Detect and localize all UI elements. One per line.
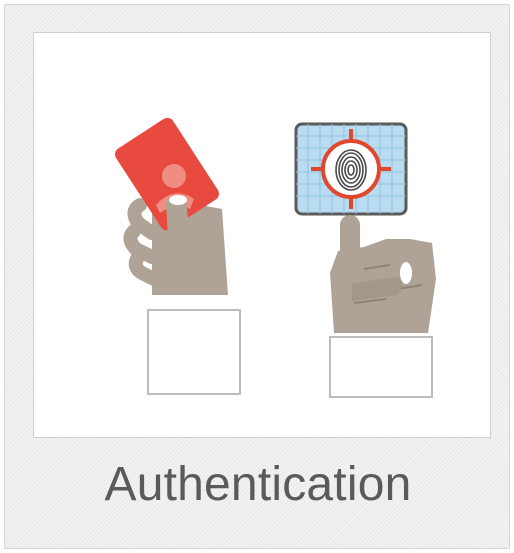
fingerprint-scanner-icon bbox=[294, 122, 408, 216]
left-shirt-cuff bbox=[147, 309, 241, 395]
authentication-illustration bbox=[115, 117, 436, 398]
hand-pointing-finger-icon bbox=[329, 215, 436, 398]
left-hand-fingers bbox=[123, 198, 161, 286]
tile-caption: Authentication bbox=[104, 458, 412, 511]
hand-with-id-card-icon bbox=[115, 117, 241, 395]
right-shirt-cuff bbox=[329, 336, 433, 398]
authentication-tile[interactable]: Authentication bbox=[4, 4, 510, 549]
illustration-panel bbox=[33, 32, 491, 438]
